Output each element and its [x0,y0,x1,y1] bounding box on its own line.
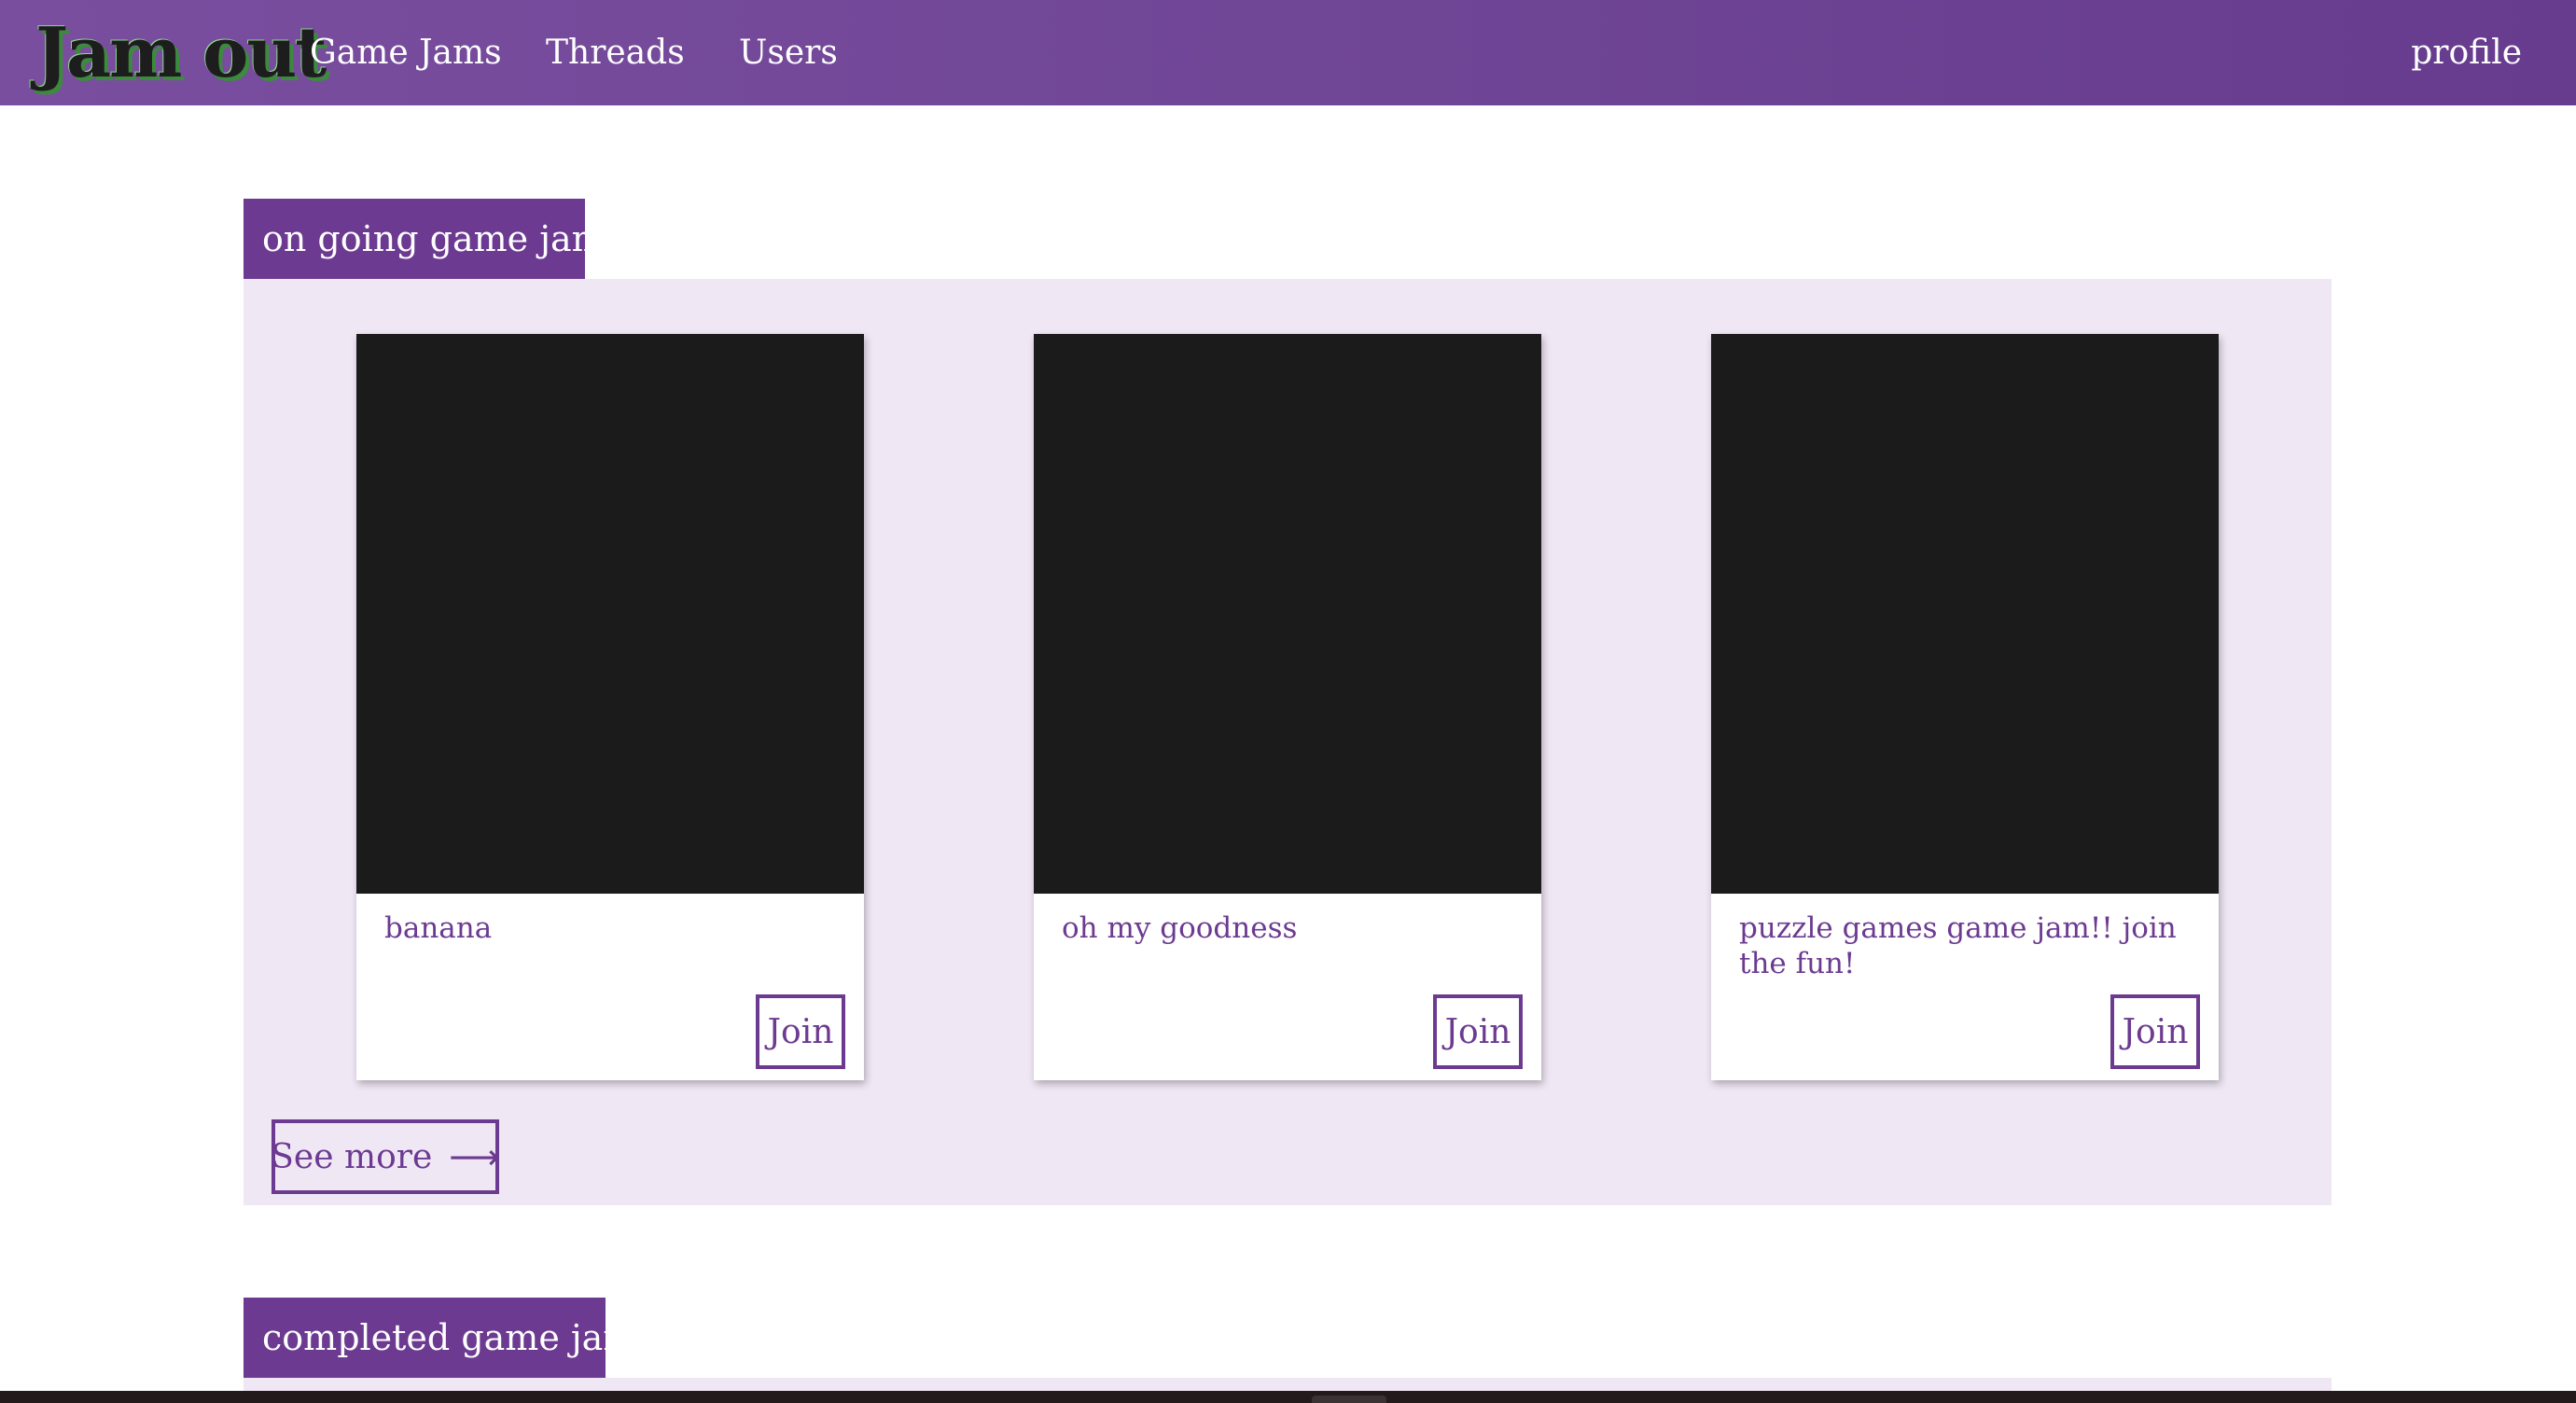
site-logo[interactable]: Jam out [35,13,327,93]
top-navbar: Jam out Game Jams Threads Users profile [0,0,2576,105]
card-title: puzzle games game jam!! join the fun! [1739,911,2177,980]
nav-link-threads[interactable]: Threads [546,0,685,105]
completed-section-heading: completed game jams [244,1298,655,1378]
long-right-arrow-icon: ⟶ [449,1136,500,1177]
game-jam-card: banana Join [356,334,864,1080]
game-jam-card: oh my goodness Join [1034,334,1541,1080]
card-title: oh my goodness [1062,911,1298,945]
nav-link-profile[interactable]: profile [2411,0,2522,105]
join-button[interactable]: Join [1433,994,1523,1069]
card-image [1711,334,2219,894]
card-title: banana [384,911,493,945]
game-jam-card: puzzle games game jam!! join the fun! Jo… [1711,334,2219,1080]
card-image [356,334,864,894]
card-image [1034,334,1541,894]
ongoing-section-heading: on going game jams [244,199,623,279]
see-more-button[interactable]: See more ⟶ [271,1119,500,1194]
join-button[interactable]: Join [756,994,845,1069]
nav-link-users[interactable]: Users [739,0,838,105]
nav-link-game-jams[interactable]: Game Jams [310,0,502,105]
join-button[interactable]: Join [2110,994,2200,1069]
see-more-label: See more [271,1137,433,1176]
bottom-edge-strip [0,1391,2576,1403]
bottom-edge-handle [1312,1396,1386,1403]
